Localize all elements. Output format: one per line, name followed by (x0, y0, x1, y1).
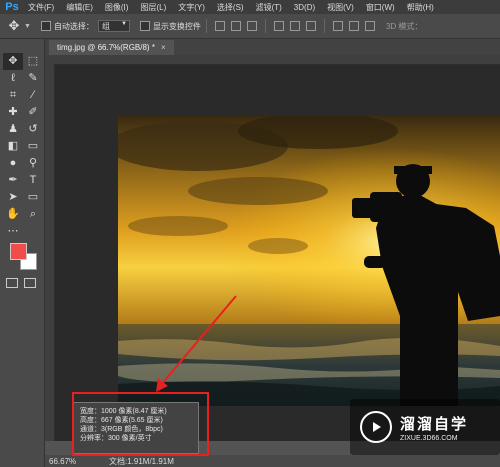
play-icon (360, 411, 392, 443)
annotation-arrow (156, 295, 237, 392)
watermark: 溜溜自学 ZIXUE.3D66.COM (350, 399, 500, 455)
watermark-url: ZIXUE.3D66.COM (400, 434, 458, 442)
watermark-title: 溜溜自学 (400, 415, 469, 433)
